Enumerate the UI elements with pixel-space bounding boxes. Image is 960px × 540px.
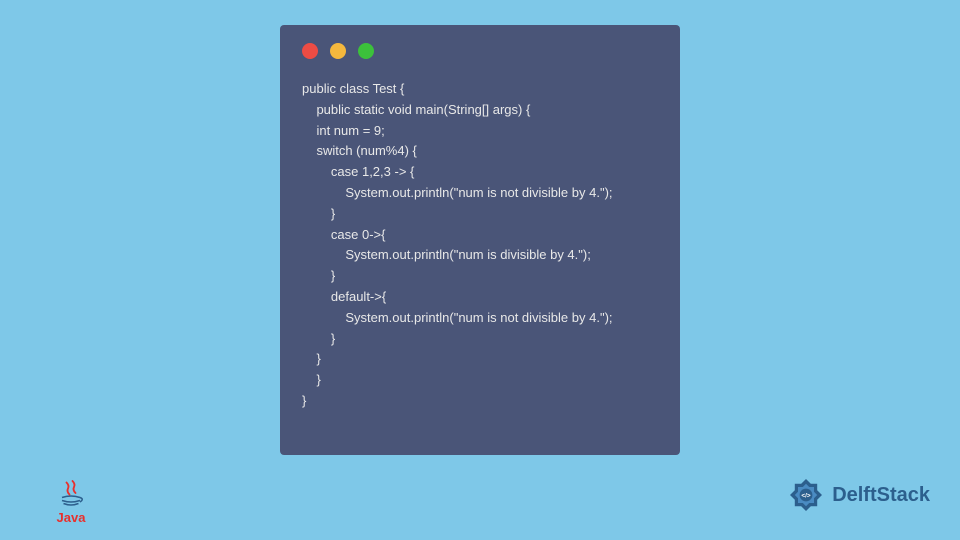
delftstack-icon: </>: [786, 475, 826, 515]
maximize-icon: [358, 43, 374, 59]
code-window: public class Test { public static void m…: [280, 25, 680, 455]
java-cup-icon: [55, 478, 87, 508]
code-content: public class Test { public static void m…: [302, 79, 658, 412]
close-icon: [302, 43, 318, 59]
java-logo-text: Java: [57, 510, 86, 525]
svg-text:</>: </>: [802, 492, 812, 499]
delftstack-logo-text: DelftStack: [832, 484, 930, 507]
java-logo: Java: [55, 478, 87, 525]
minimize-icon: [330, 43, 346, 59]
window-controls: [302, 43, 658, 59]
delftstack-logo: </> DelftStack: [786, 475, 930, 515]
